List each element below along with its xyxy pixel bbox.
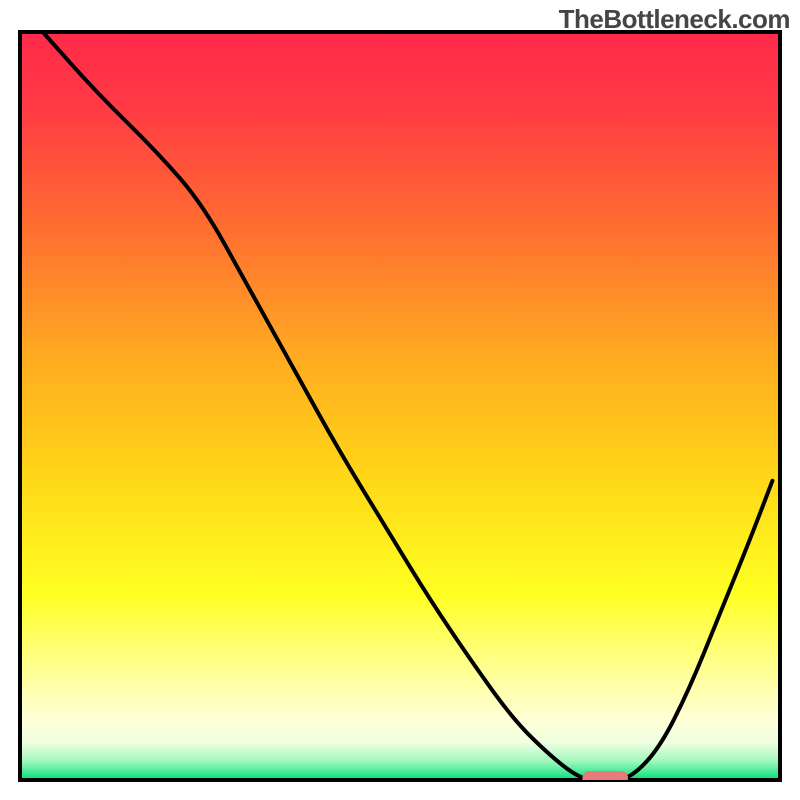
gradient-background	[20, 32, 780, 780]
optimal-marker	[582, 771, 628, 785]
plot-svg	[0, 0, 800, 800]
bottleneck-chart: TheBottleneck.com	[0, 0, 800, 800]
